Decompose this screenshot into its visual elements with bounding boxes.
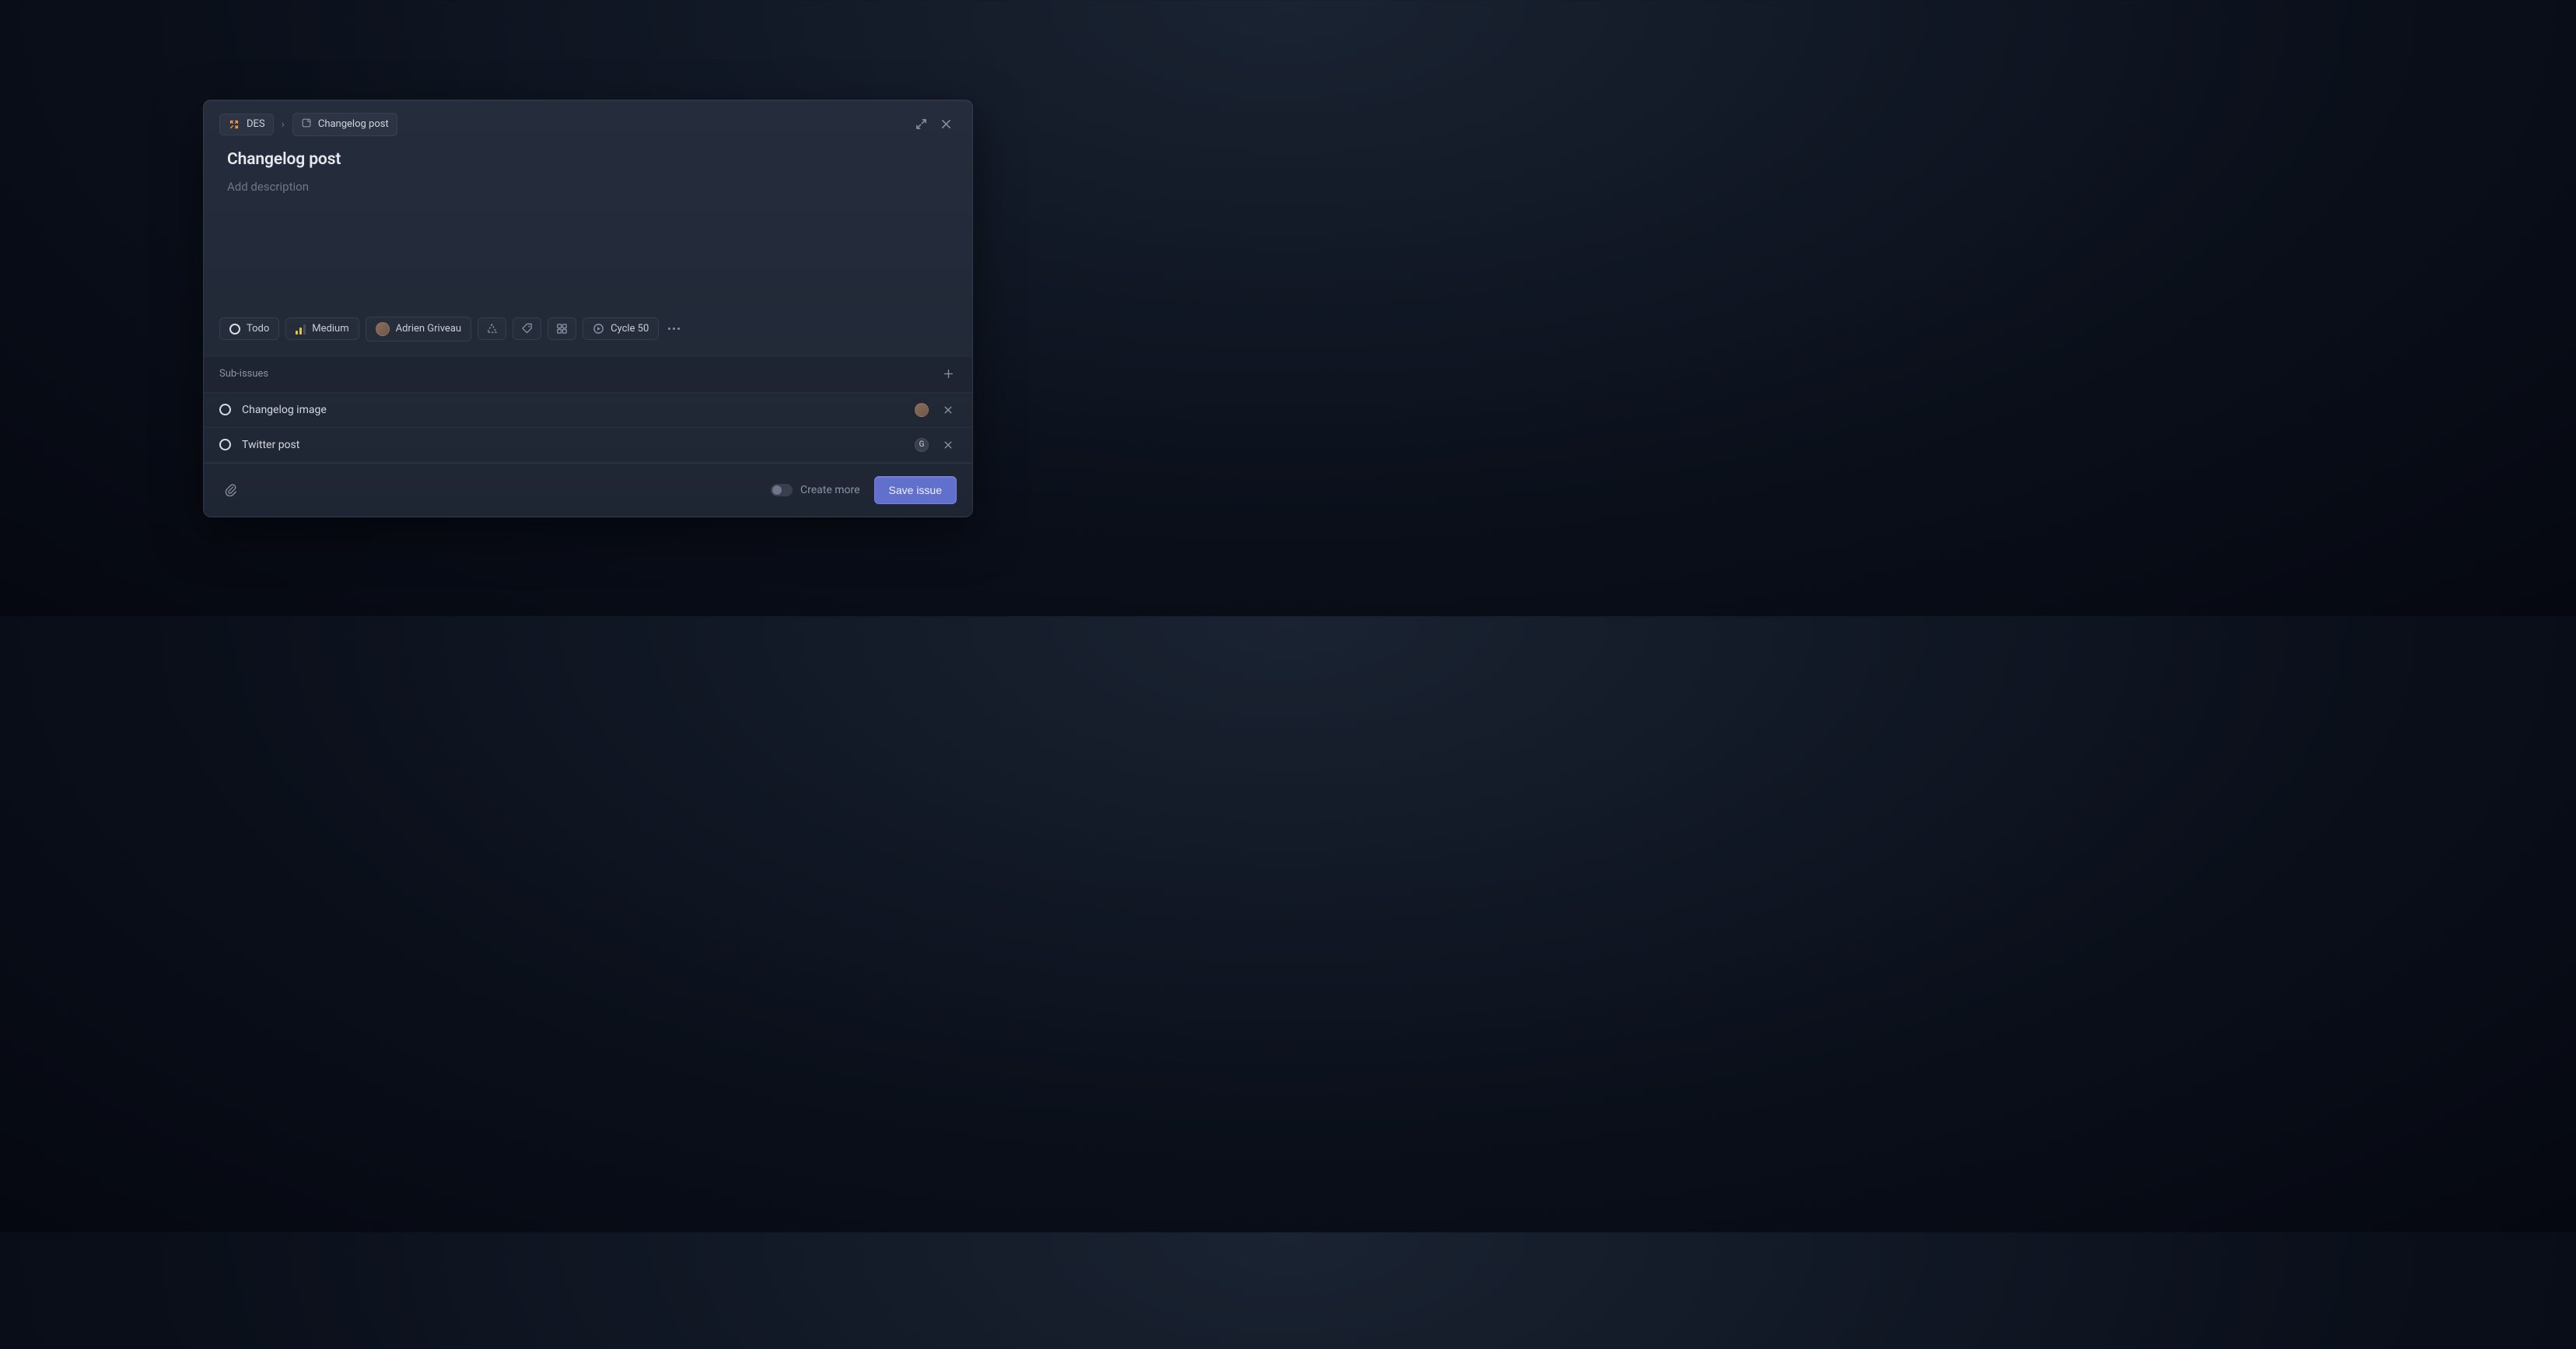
issue-title-input[interactable]: Changelog post <box>227 150 949 169</box>
cycle-icon <box>593 323 604 335</box>
modal-body: Changelog post Add description <box>204 147 972 317</box>
cycle-pill[interactable]: Cycle 50 <box>583 317 659 340</box>
assignee-pill[interactable]: Adrien Griveau <box>366 317 471 342</box>
label-pill[interactable] <box>513 317 541 340</box>
create-more-toggle[interactable]: Create more <box>771 484 860 496</box>
cycle-label: Cycle 50 <box>611 323 649 335</box>
close-icon <box>943 405 953 415</box>
breadcrumb-separator: › <box>282 118 285 131</box>
header-actions <box>910 114 957 135</box>
remove-sub-issue-button[interactable] <box>940 401 957 419</box>
create-issue-modal: DES › Changelog post <box>203 100 973 517</box>
breadcrumb-template[interactable]: Changelog post <box>292 113 397 136</box>
sub-issue-title: Changelog image <box>242 404 904 416</box>
property-row: Todo Medium Adrien Griveau <box>204 317 972 356</box>
template-icon <box>301 117 312 131</box>
add-sub-issue-button[interactable] <box>940 366 957 383</box>
expand-button[interactable] <box>910 114 932 135</box>
plus-icon <box>943 369 954 379</box>
remove-sub-issue-button[interactable] <box>940 436 957 454</box>
grid-icon <box>556 323 568 335</box>
modal-header: DES › Changelog post <box>204 100 972 147</box>
breadcrumb-template-label: Changelog post <box>318 118 389 130</box>
priority-label: Medium <box>312 323 348 335</box>
footer-actions: Create more Save issue <box>771 476 957 504</box>
modal-footer: Create more Save issue <box>204 463 972 517</box>
avatar[interactable]: G <box>915 438 929 452</box>
status-pill[interactable]: Todo <box>219 317 279 340</box>
close-button[interactable] <box>935 114 957 135</box>
sub-issue-row[interactable]: Twitter post G <box>204 428 972 463</box>
more-properties-button[interactable] <box>665 321 683 336</box>
avatar <box>376 322 390 336</box>
status-label: Todo <box>247 323 269 335</box>
breadcrumb-project-label: DES <box>247 118 265 130</box>
create-more-label: Create more <box>800 484 860 496</box>
status-icon <box>219 439 231 450</box>
sub-issues-header: Sub-issues <box>204 356 972 392</box>
label-icon <box>521 323 533 335</box>
sub-issue-row[interactable]: Changelog image <box>204 393 972 428</box>
sub-issue-title: Twitter post <box>242 439 904 451</box>
close-icon <box>940 118 952 130</box>
project-pill[interactable] <box>478 317 506 340</box>
assignee-label: Adrien Griveau <box>396 323 461 335</box>
priority-icon <box>296 324 306 335</box>
status-icon <box>229 324 240 335</box>
toggle-switch <box>771 484 793 496</box>
save-button[interactable]: Save issue <box>874 476 957 504</box>
avatar[interactable] <box>915 403 929 417</box>
close-icon <box>943 440 953 450</box>
project-icon <box>486 323 498 335</box>
due-date-pill[interactable] <box>548 317 576 340</box>
sub-issues-list: Changelog image Twitter post G <box>204 392 972 463</box>
project-icon <box>228 118 240 131</box>
paperclip-icon <box>224 483 237 496</box>
issue-description-input[interactable]: Add description <box>227 180 949 304</box>
sub-issues-heading: Sub-issues <box>219 368 268 380</box>
breadcrumb-project[interactable]: DES <box>219 114 274 135</box>
priority-pill[interactable]: Medium <box>285 317 359 340</box>
expand-icon <box>915 118 927 130</box>
attach-button[interactable] <box>219 479 241 501</box>
status-icon <box>219 404 231 415</box>
breadcrumb: DES › Changelog post <box>219 113 397 136</box>
